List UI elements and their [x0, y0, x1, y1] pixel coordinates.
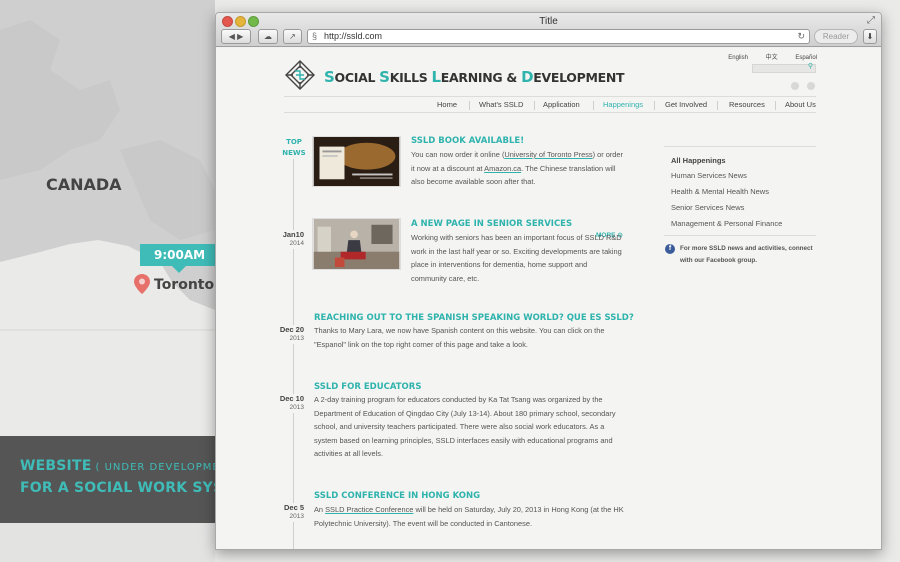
nav-get-involved[interactable]: Get Involved	[665, 100, 707, 109]
sidebar-item-senior-services[interactable]: Senior Services News	[671, 203, 744, 212]
nav-resources[interactable]: Resources	[729, 100, 765, 109]
search-input[interactable]: ⚲	[752, 62, 816, 73]
language-switcher: English 中文 Español	[712, 52, 817, 61]
promo-banner: WEBSITE( UNDER DEVELOPMENT ) FOR A SOCIA…	[0, 436, 257, 523]
top-news-label: TOP NEWS	[282, 137, 306, 159]
title-bar: Title ⤢ ◀ ▶ ☁ ↗ § http://ssld.com ↻ Read…	[216, 13, 881, 47]
social-icon[interactable]	[791, 82, 799, 90]
address-bar[interactable]: § http://ssld.com ↻	[307, 29, 810, 44]
reader-button[interactable]: Reader	[814, 29, 858, 44]
news-date: Jan10 2014	[274, 230, 304, 249]
nav-home[interactable]: Home	[437, 100, 457, 109]
lang-chinese-link[interactable]: 中文	[766, 55, 778, 61]
cloud-icon: ☁	[264, 32, 272, 41]
reload-icon[interactable]: ↻	[797, 30, 805, 43]
url-text: http://ssld.com	[324, 31, 383, 41]
sidebar-divider	[664, 235, 816, 236]
nav-happenings[interactable]: Happenings	[603, 100, 643, 109]
site-favicon-icon: §	[312, 31, 318, 41]
lang-english-link[interactable]: English	[728, 55, 748, 61]
promo-title: WEBSITE	[20, 458, 92, 474]
news-headline[interactable]: SSLD CONFERENCE IN HONG KONG	[314, 491, 480, 501]
utp-link[interactable]: University of Toronto Press	[504, 150, 592, 159]
lang-spanish-link[interactable]: Español	[795, 55, 817, 61]
fullscreen-icon[interactable]: ⤢	[867, 15, 875, 26]
icloud-tabs-button[interactable]: ☁	[258, 29, 278, 44]
web-page: SOCIAL SKILLS LEARNING & DEVELOPMENT Eng…	[216, 48, 881, 549]
timeline-line	[293, 158, 294, 549]
nav-application[interactable]: Application	[543, 100, 580, 109]
news-headline[interactable]: SSLD BOOK AVAILABLE!	[411, 136, 524, 146]
country-label: CANADA	[46, 175, 122, 194]
news-headline[interactable]: SSLD FOR EDUCATORS	[314, 382, 421, 392]
news-body: Working with seniors has been an importa…	[411, 233, 622, 283]
share-button[interactable]: ↗	[283, 29, 302, 44]
book-cover-image[interactable]	[312, 136, 401, 187]
site-title[interactable]: SOCIAL SKILLS LEARNING & DEVELOPMENT	[324, 68, 625, 86]
facebook-text[interactable]: For more SSLD news and activities, conne…	[680, 243, 818, 267]
main-nav: Home What's SSLD Application Happenings …	[284, 96, 816, 113]
promo-line-2: FOR A SOCIAL WORK SYSTEM	[20, 480, 257, 496]
social-icon[interactable]	[807, 82, 815, 90]
news-date: Dec 10 2013	[274, 394, 304, 413]
promo-line-1: WEBSITE( UNDER DEVELOPMENT )	[20, 456, 243, 478]
location-pin-icon	[134, 274, 150, 294]
sidebar-item-management[interactable]: Management & Personal Finance	[671, 219, 782, 228]
facebook-icon[interactable]: f	[665, 244, 675, 254]
back-forward-buttons[interactable]: ◀ ▶	[221, 29, 251, 44]
browser-window: Title ⤢ ◀ ▶ ☁ ↗ § http://ssld.com ↻ Read…	[215, 12, 882, 550]
news-headline[interactable]: A NEW PAGE IN SENIOR SERVICES	[411, 219, 572, 229]
news-date: Dec 20 2013	[274, 325, 304, 344]
downloads-icon[interactable]: ⬇	[863, 29, 877, 44]
news-headline[interactable]: REACHING OUT TO THE SPANISH SPEAKING WOR…	[314, 313, 634, 323]
sidebar-divider	[664, 146, 816, 147]
sidebar-item-health[interactable]: Health & Mental Health News	[671, 187, 769, 196]
share-icon: ↗	[289, 32, 296, 41]
news-body: You can now order it online (University …	[411, 150, 623, 186]
senior-services-image[interactable]	[312, 218, 401, 270]
city-label: Toronto	[154, 277, 215, 293]
ssld-logo[interactable]	[284, 59, 316, 91]
nav-about-us[interactable]: About Us	[785, 100, 816, 109]
nav-whats-ssld[interactable]: What's SSLD	[479, 100, 523, 109]
amazon-link[interactable]: Amazon.ca	[484, 164, 521, 173]
search-icon[interactable]: ⚲	[808, 62, 813, 70]
sidebar-item-human-services[interactable]: Human Services News	[671, 171, 747, 180]
news-body: An SSLD Practice Conference will be held…	[314, 505, 624, 528]
news-body: A 2-day training program for educators c…	[314, 395, 616, 458]
news-body: Thanks to Mary Lara, we now have Spanish…	[314, 326, 605, 349]
conference-link[interactable]: SSLD Practice Conference	[325, 505, 413, 514]
news-date: Dec 5 2013	[274, 503, 304, 522]
time-badge: 9:00AM	[140, 244, 222, 273]
sidebar-heading[interactable]: All Happenings	[671, 156, 726, 165]
window-title: Title	[539, 16, 558, 27]
